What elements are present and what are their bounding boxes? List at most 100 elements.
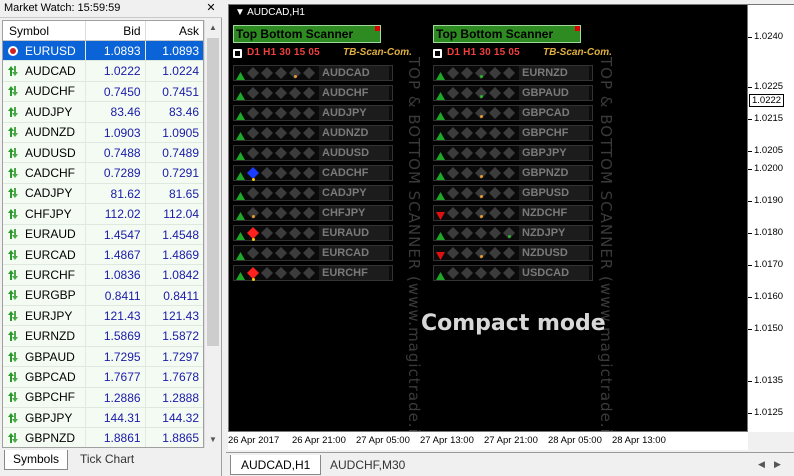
- column-header-symbol[interactable]: Symbol: [3, 21, 87, 40]
- close-indicator-icon[interactable]: [375, 26, 380, 31]
- signal-diamond: [303, 227, 315, 242]
- scanner-row[interactable]: GBPJPY: [433, 145, 593, 162]
- scanner-row[interactable]: EURCAD: [233, 245, 393, 262]
- price-tick-mark: [748, 201, 752, 202]
- price-tick-mark: [748, 329, 752, 330]
- tab-tick-chart[interactable]: Tick Chart: [72, 450, 142, 470]
- scanner-symbol-label: AUDCAD: [319, 66, 389, 80]
- top-bottom-scanner-button[interactable]: Top Bottom Scanner: [233, 25, 381, 43]
- signal-diamond: [247, 187, 259, 202]
- chart-canvas[interactable]: ▼ AUDCAD,H1 TOP & BOTTOM SCANNER (www.ma…: [228, 4, 748, 432]
- up-down-arrows-icon: [7, 187, 19, 199]
- table-row[interactable]: AUDUSD 0.7488 0.7489: [3, 142, 203, 164]
- signal-diamond: [303, 167, 315, 182]
- symbol-name: GBPAUD: [25, 349, 75, 364]
- symbol-cell: AUDUSD: [3, 142, 87, 163]
- signal-diamond: [503, 247, 515, 262]
- signal-diamond: [489, 167, 501, 182]
- signal-diamond: [303, 247, 315, 262]
- signal-diamond: [447, 187, 459, 202]
- table-row[interactable]: GBPAUD 1.7295 1.7297: [3, 346, 203, 368]
- table-row[interactable]: GBPCHF 1.2886 1.2888: [3, 387, 203, 409]
- table-row[interactable]: AUDCAD 1.0222 1.0224: [3, 61, 203, 82]
- top-bottom-scanner-button[interactable]: Top Bottom Scanner: [433, 25, 581, 43]
- vertical-scrollbar[interactable]: ▲ ▼: [204, 20, 220, 448]
- table-row[interactable]: CHFJPY 112.02 112.04: [3, 204, 203, 225]
- column-header-ask[interactable]: Ask: [146, 21, 203, 40]
- scanner-row[interactable]: AUDCHF: [233, 85, 393, 102]
- scanner-symbol-label: AUDUSD: [319, 146, 389, 160]
- table-row[interactable]: EURGBP 0.8411 0.8411: [3, 285, 203, 307]
- table-row[interactable]: EURNZD 1.5869 1.5872: [3, 326, 203, 347]
- column-header-bid[interactable]: Bid: [86, 21, 146, 40]
- scanner-brand: TB-Scan-Com.: [543, 47, 612, 58]
- scanner-row[interactable]: CADJPY: [233, 185, 393, 202]
- scanner-row[interactable]: AUDNZD: [233, 125, 393, 142]
- scrollbar-thumb[interactable]: [207, 38, 219, 346]
- signal-diamond: [247, 67, 259, 82]
- scanner-row[interactable]: USDCAD: [433, 265, 593, 282]
- signal-diamond: [461, 247, 473, 262]
- tab-scroll-right-icon[interactable]: ▶: [774, 459, 781, 470]
- close-indicator-icon[interactable]: [575, 26, 580, 31]
- up-arrow-icon: [236, 89, 245, 103]
- table-row[interactable]: AUDCHF 0.7450 0.7451: [3, 81, 203, 103]
- time-tick-label: 26 Apr 2017: [228, 435, 280, 446]
- scanner-row[interactable]: NZDUSD: [433, 245, 593, 262]
- timeframe-labels: D1 H1 30 15 05: [447, 47, 520, 58]
- minimize-box-icon[interactable]: [233, 49, 242, 58]
- bid-cell: 121.43: [86, 306, 146, 326]
- scroll-up-icon[interactable]: ▲: [205, 20, 221, 36]
- table-row[interactable]: EURCHF 1.0836 1.0842: [3, 265, 203, 286]
- scanner-row[interactable]: AUDJPY: [233, 105, 393, 122]
- scanner-row[interactable]: NZDJPY: [433, 225, 593, 242]
- scanner-row[interactable]: CADCHF: [233, 165, 393, 182]
- table-row[interactable]: EURJPY 121.43 121.43: [3, 306, 203, 327]
- scanner-row[interactable]: NZDCHF: [433, 205, 593, 222]
- close-icon[interactable]: ✕: [204, 1, 218, 15]
- scanner-row[interactable]: EURNZD: [433, 65, 593, 82]
- scanner-row[interactable]: GBPCHF: [433, 125, 593, 142]
- scanner-row[interactable]: GBPNZD: [433, 165, 593, 182]
- table-row[interactable]: CADCHF 0.7289 0.7291: [3, 163, 203, 184]
- tab-scroll-left-icon[interactable]: ◀: [758, 459, 765, 470]
- table-row[interactable]: CADJPY 81.62 81.65: [3, 183, 203, 205]
- scanner-symbol-label: GBPAUD: [519, 86, 589, 100]
- tab-chart-audcad-h1[interactable]: AUDCAD,H1: [230, 455, 322, 475]
- tab-chart-audchf-m30[interactable]: AUDCHF,M30: [320, 455, 415, 475]
- table-row[interactable]: GBPJPY 144.31 144.32: [3, 408, 203, 429]
- minimize-box-icon[interactable]: [433, 49, 442, 58]
- signal-diamond: [289, 87, 301, 102]
- scanner-row[interactable]: EURCHF: [233, 265, 393, 282]
- symbol-cell: CADCHF: [3, 163, 87, 183]
- up-down-arrows-icon: [7, 167, 19, 179]
- table-row[interactable]: AUDJPY 83.46 83.46: [3, 102, 203, 123]
- bid-cell: 1.4867: [86, 244, 146, 265]
- scanner-row[interactable]: GBPUSD: [433, 185, 593, 202]
- signal-diamond: [461, 67, 473, 82]
- tab-symbols[interactable]: Symbols: [4, 450, 69, 470]
- signal-diamond: [475, 127, 487, 142]
- table-row[interactable]: GBPNZD 1.8861 1.8865: [3, 428, 203, 447]
- table-row[interactable]: AUDNZD 1.0903 1.0905: [3, 122, 203, 143]
- table-row[interactable]: EURCAD 1.4867 1.4869: [3, 244, 203, 266]
- signal-diamond: [275, 247, 287, 262]
- scanner-row[interactable]: GBPAUD: [433, 85, 593, 102]
- symbol-name: GBPCHF: [25, 390, 76, 405]
- signal-diamond: [289, 107, 301, 122]
- scanner-row[interactable]: AUDCAD: [233, 65, 393, 82]
- symbol-name: AUDNZD: [25, 125, 75, 140]
- table-row[interactable]: GBPCAD 1.7677 1.7678: [3, 367, 203, 388]
- symbol-name: EURGBP: [25, 288, 76, 303]
- bid-cell: 0.7488: [86, 142, 146, 163]
- up-arrow-icon: [436, 69, 445, 83]
- table-row[interactable]: EURUSD 1.0893 1.0893: [3, 41, 203, 62]
- scanner-row[interactable]: AUDUSD: [233, 145, 393, 162]
- scanner-row[interactable]: EURAUD: [233, 225, 393, 242]
- table-row[interactable]: EURAUD 1.4547 1.4548: [3, 224, 203, 245]
- symbol-cell: GBPCAD: [3, 367, 87, 387]
- scroll-down-icon[interactable]: ▼: [205, 432, 221, 448]
- scanner-row[interactable]: GBPCAD: [433, 105, 593, 122]
- signal-diamond: [503, 147, 515, 162]
- scanner-row[interactable]: CHFJPY: [233, 205, 393, 222]
